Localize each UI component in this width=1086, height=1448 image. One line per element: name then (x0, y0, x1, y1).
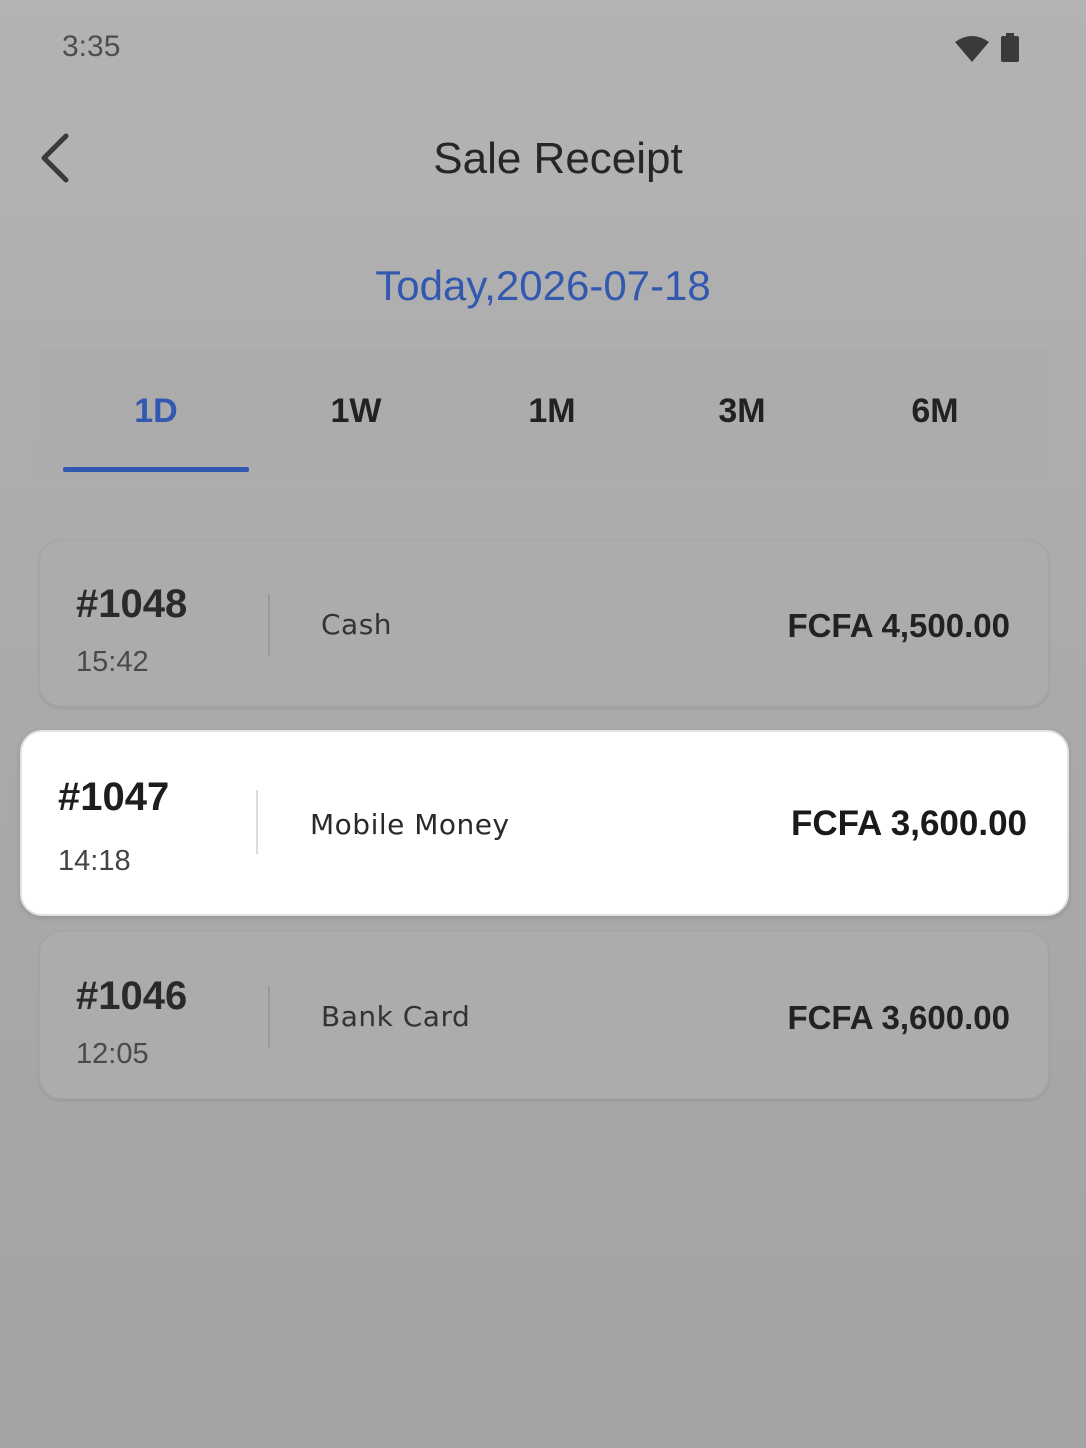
payment-method: Bank Card (321, 1000, 471, 1033)
card-divider (256, 790, 258, 854)
tab-3m[interactable]: 3M (642, 348, 842, 474)
period-tabs: 1D 1W 1M 3M 6M (38, 348, 1047, 474)
receipt-number: #1048 (76, 582, 188, 626)
battery-icon (1001, 33, 1019, 62)
receipt-time: 15:42 (76, 646, 149, 678)
active-tab-indicator (63, 467, 249, 472)
card-divider (268, 594, 270, 656)
payment-method: Cash (321, 608, 393, 641)
receipt-amount: FCFA 3,600.00 (790, 804, 1027, 843)
tab-6m[interactable]: 6M (835, 348, 1035, 474)
receipt-time: 12:05 (76, 1038, 149, 1070)
payment-method: Mobile Money (310, 808, 510, 841)
receipt-card-1048[interactable]: #1048 15:42 Cash FCFA 4,500.00 (39, 539, 1049, 707)
status-time: 3:35 (62, 30, 121, 63)
status-bar: 3:35 (0, 0, 1086, 96)
receipt-card-1046[interactable]: #1046 12:05 Bank Card FCFA 3,600.00 (39, 931, 1049, 1099)
page-title: Sale Receipt (433, 134, 683, 183)
receipt-number: #1046 (76, 974, 188, 1018)
tab-1w[interactable]: 1W (256, 348, 456, 474)
receipt-amount: FCFA 4,500.00 (787, 607, 1010, 644)
screen: 3:35 Sale Receipt Today,2026-07-18 1D 1W… (0, 0, 1086, 1448)
card-divider (268, 986, 270, 1048)
receipt-amount: FCFA 3,600.00 (787, 999, 1010, 1036)
receipt-time: 14:18 (58, 845, 131, 877)
tab-1d[interactable]: 1D (56, 348, 256, 474)
app-header: Sale Receipt (0, 96, 1086, 218)
tab-1m[interactable]: 1M (452, 348, 652, 474)
wifi-icon (955, 36, 989, 62)
date-selector[interactable]: Today,2026-07-18 (0, 262, 1086, 310)
receipt-card-1047[interactable]: #1047 14:18 Mobile Money FCFA 3,600.00 (20, 730, 1069, 916)
receipt-number: #1047 (58, 775, 170, 819)
